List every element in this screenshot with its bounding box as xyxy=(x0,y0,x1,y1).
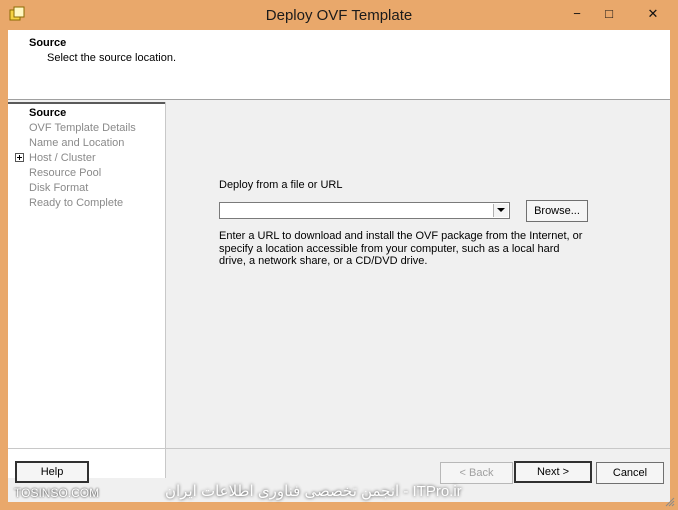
step-resource-pool[interactable]: Resource Pool xyxy=(29,167,101,179)
step-host-cluster[interactable]: Host / Cluster xyxy=(29,152,96,164)
source-url-combobox[interactable] xyxy=(219,202,510,219)
step-name-and-location[interactable]: Name and Location xyxy=(29,137,124,149)
step-source[interactable]: Source xyxy=(29,107,66,119)
source-description: Enter a URL to download and install the … xyxy=(219,230,583,267)
header-title: Source xyxy=(29,37,67,49)
step-ready-to-complete[interactable]: Ready to Complete xyxy=(29,197,123,209)
dropdown-arrow-icon[interactable] xyxy=(493,204,508,217)
cancel-button[interactable]: Cancel xyxy=(596,462,664,484)
maximize-button[interactable]: □ xyxy=(596,4,622,24)
wizard-header: Source Select the source location. xyxy=(8,30,670,100)
resize-grip-icon[interactable] xyxy=(665,497,675,507)
wizard-steps-panel: Source OVF Template Details Name and Loc… xyxy=(8,102,166,478)
close-button[interactable]: ✕ xyxy=(640,4,666,24)
step-disk-format[interactable]: Disk Format xyxy=(29,182,88,194)
next-button[interactable]: Next > xyxy=(514,461,592,483)
title-bar[interactable]: Deploy OVF Template − □ ✕ xyxy=(0,0,678,30)
deploy-source-label: Deploy from a file or URL xyxy=(219,179,343,191)
browse-button[interactable]: Browse... xyxy=(526,200,588,222)
header-subtitle: Select the source location. xyxy=(47,52,177,64)
source-url-input[interactable] xyxy=(222,204,492,217)
minimize-button[interactable]: − xyxy=(564,4,590,24)
wizard-client-area: Source Select the source location. Sourc… xyxy=(8,30,670,502)
back-button[interactable]: < Back xyxy=(440,462,513,484)
deploy-ovf-window: Deploy OVF Template − □ ✕ Source Select … xyxy=(0,0,678,510)
step-ovf-template-details[interactable]: OVF Template Details xyxy=(29,122,136,134)
footer-divider xyxy=(8,448,670,449)
expand-plus-icon[interactable] xyxy=(15,153,24,162)
help-button[interactable]: Help xyxy=(15,461,89,483)
steps-divider xyxy=(8,102,165,104)
